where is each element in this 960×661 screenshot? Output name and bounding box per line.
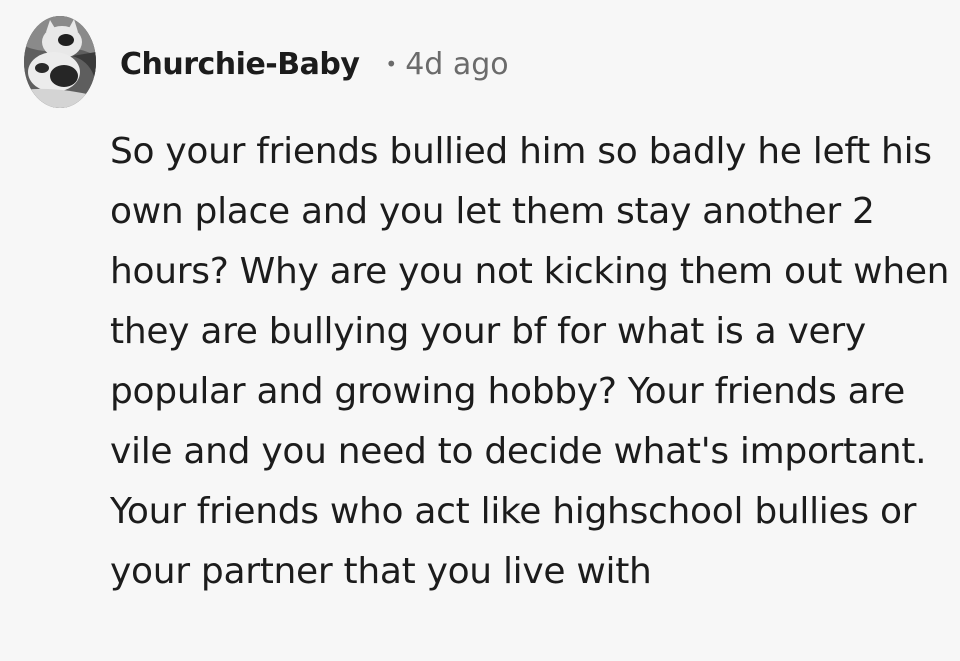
comment-meta: Churchie-Baby • 4d ago (120, 42, 509, 86)
separator-dot: • (385, 52, 398, 76)
username-link[interactable]: Churchie-Baby (120, 47, 360, 82)
timestamp[interactable]: 4d ago (405, 47, 508, 82)
comment-body: So your friends bullied him so badly he … (110, 131, 950, 592)
user-avatar[interactable] (24, 16, 96, 108)
comment-card: Churchie-Baby • 4d ago So your friends b… (0, 0, 960, 661)
cat-avatar-icon (24, 16, 96, 108)
